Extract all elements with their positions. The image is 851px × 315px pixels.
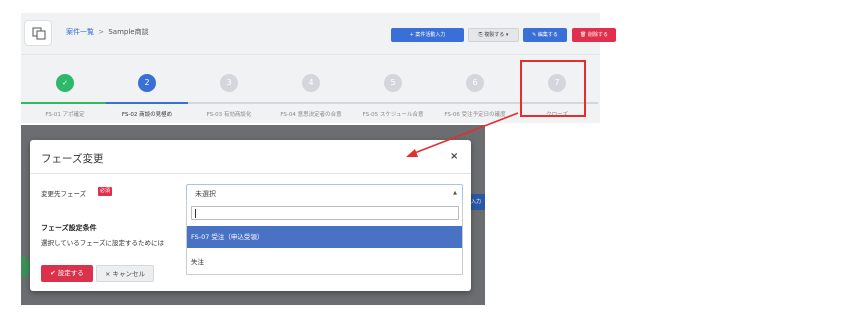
step-label-5: FS-05 スケジュール合意	[362, 112, 424, 118]
edit-button[interactable]: ✎ 編集する	[523, 28, 567, 42]
required-badge: 必須	[98, 187, 113, 196]
step-circle-1[interactable]: ✓	[56, 74, 74, 92]
breadcrumb: 案件一覧 > Sample商談	[66, 27, 149, 37]
step-label-3: FS-03 有効商談化	[206, 112, 252, 118]
select-current-value: 未選択	[195, 190, 216, 198]
step-label-6: FS-06 受注予定日の確度	[444, 112, 506, 118]
set-phase-button[interactable]: ✔ 設定する	[41, 265, 93, 282]
background-button-fragment: 入力	[471, 194, 485, 210]
breadcrumb-case-list-link[interactable]: 案件一覧	[66, 28, 94, 36]
header-bar: 案件一覧 > Sample商談 + 案件活動入力 ⎘ 複製する ▾ ✎ 編集する…	[21, 13, 616, 55]
step-label-1: FS-01 アポ確定	[45, 112, 85, 118]
dropdown-option-lost[interactable]: 失注	[187, 252, 462, 272]
step-connector	[188, 102, 270, 104]
step-circle-2[interactable]: 2	[138, 74, 156, 92]
modal-title: フェーズ変更	[41, 153, 104, 165]
step-connector	[106, 102, 188, 104]
duplicate-button[interactable]: ⎘ 複製する ▾	[468, 28, 519, 42]
target-phase-select[interactable]: 未選択 ▲	[186, 184, 463, 201]
step-label-2: FS-02 商談の見極め	[121, 112, 173, 118]
dropdown-option-fs07[interactable]: FS-07 受注（申込受領）	[187, 226, 462, 248]
step-circle-4[interactable]: 4	[302, 74, 320, 92]
annotation-highlight-box	[520, 60, 586, 117]
breadcrumb-separator: >	[98, 28, 105, 36]
condition-heading: フェーズ設定条件	[41, 224, 97, 232]
condition-text: 選択しているフェーズに設定するためには	[41, 239, 164, 247]
dropdown-search-input[interactable]	[191, 206, 459, 220]
step-connector	[21, 102, 106, 104]
step-circle-6[interactable]: 6	[466, 74, 484, 92]
target-phase-label: 変更先フェーズ	[41, 190, 87, 198]
step-label-4: FS-04 意思決定者の合意	[280, 112, 342, 118]
phase-stepper: ✓ FS-01 アポ確定 2 FS-02 商談の見極め 3 FS-03 有効商談化 4 FS-…	[21, 55, 600, 123]
add-activity-button[interactable]: + 案件活動入力	[391, 28, 464, 42]
phase-dropdown: FS-07 受注（申込受領） 失注	[186, 200, 463, 275]
step-connector	[434, 102, 516, 104]
breadcrumb-current: Sample商談	[108, 28, 149, 36]
step-circle-3[interactable]: 3	[220, 74, 238, 92]
step-connector	[352, 102, 434, 104]
text-caret	[195, 209, 196, 218]
delete-button[interactable]: 🗑 削除する	[572, 28, 616, 42]
case-detail-panel: 案件一覧 > Sample商談 + 案件活動入力 ⎘ 複製する ▾ ✎ 編集する…	[21, 13, 616, 123]
copy-icon[interactable]	[24, 20, 52, 46]
close-icon[interactable]: ×	[450, 151, 458, 162]
step-connector	[270, 102, 352, 104]
modal-divider	[30, 173, 471, 174]
step-circle-5[interactable]: 5	[384, 74, 402, 92]
cancel-button[interactable]: × キャンセル	[96, 265, 154, 282]
chevron-up-icon: ▲	[453, 190, 457, 196]
